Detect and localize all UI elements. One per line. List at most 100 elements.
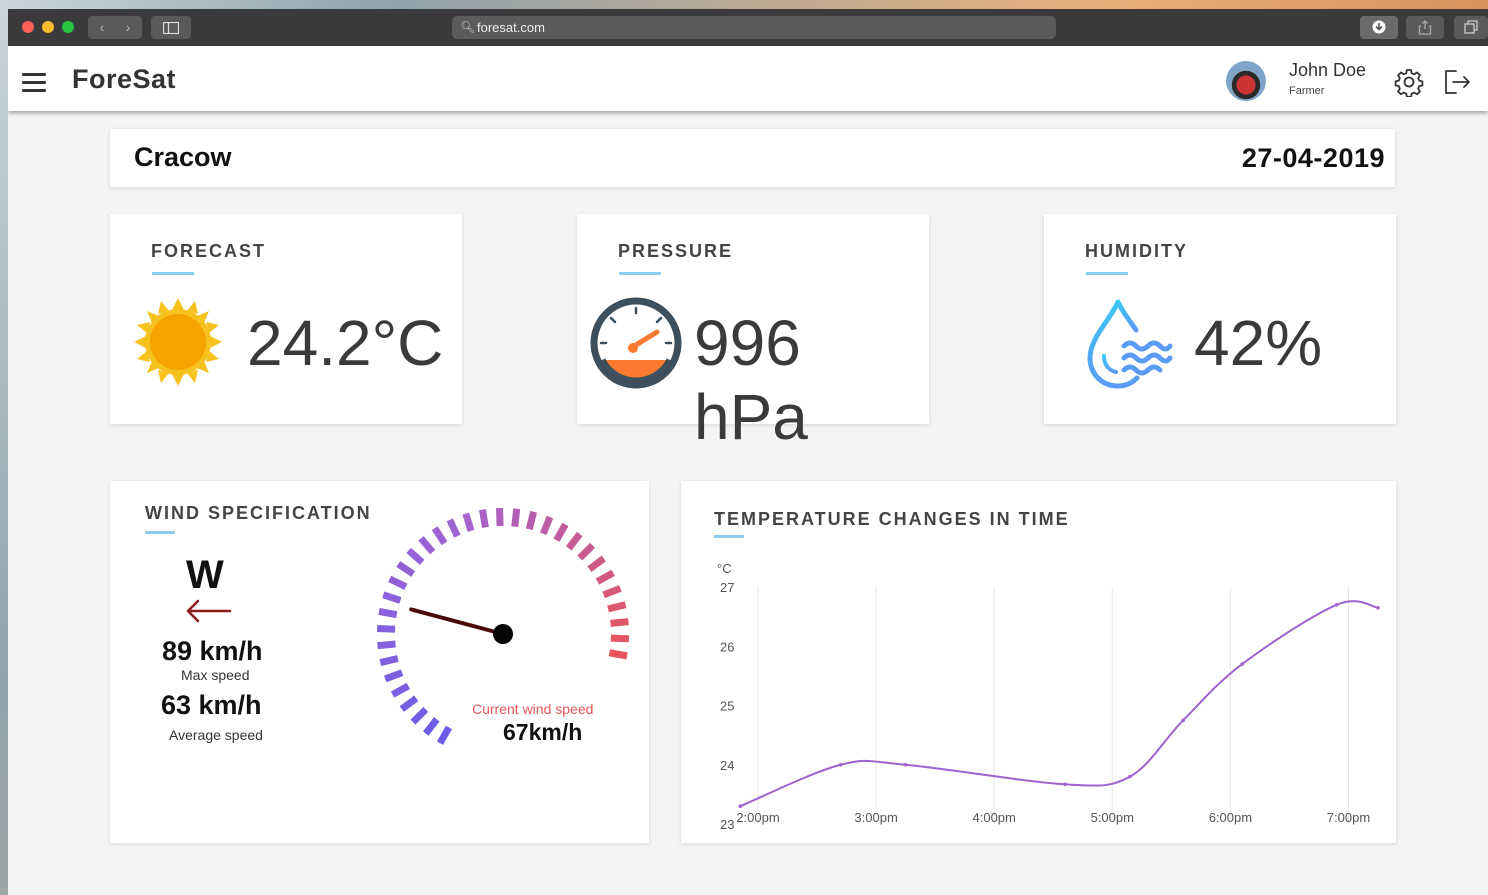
app-logo[interactable]: ForeSat — [72, 64, 176, 95]
arrow-left-icon — [186, 599, 232, 623]
gauge-tick — [418, 536, 436, 555]
gauge-tick — [431, 526, 448, 546]
share-button[interactable] — [1406, 16, 1444, 39]
user-role: Farmer — [1289, 85, 1325, 97]
downloads-button[interactable] — [1360, 16, 1398, 39]
gauge-icon — [590, 297, 682, 389]
avg-speed-value: 63 km/h — [161, 690, 262, 720]
current-wind-value: 67km/h — [503, 719, 583, 745]
tabs-icon — [1464, 20, 1478, 34]
user-name: John Doe — [1289, 60, 1367, 80]
avg-speed-label: Average speed — [169, 727, 263, 743]
gear-icon[interactable] — [1394, 67, 1424, 97]
pressure-card: PRESSURE 996 hPa — [577, 214, 929, 453]
title-underline — [152, 272, 194, 275]
y-tick-label: 25 — [720, 699, 734, 714]
logout-icon[interactable] — [1442, 67, 1472, 97]
wind-direction: W — [186, 553, 224, 597]
card-title: WIND SPECIFICATION — [145, 503, 372, 523]
close-window-button[interactable] — [22, 21, 34, 33]
gauge-tick — [602, 585, 622, 599]
humidity-value: 42% — [1194, 307, 1323, 379]
gauge-tick — [378, 608, 398, 619]
gauge-tick — [406, 547, 425, 565]
gauge-tick — [610, 618, 629, 627]
data-point — [903, 762, 908, 767]
location-bar: Cracow 27-04-2019 — [110, 129, 1395, 187]
gauge-tick — [422, 717, 440, 736]
temperature-card: TEMPERATURE CHANGES IN TIME °C 2:00pm 3:00… — [681, 481, 1396, 843]
data-point — [1334, 602, 1339, 607]
forward-button[interactable]: › — [115, 16, 141, 39]
gauge-tick — [462, 512, 475, 532]
humidity-card: HUMIDITY 42% — [1044, 214, 1396, 424]
current-wind-label: Current wind speed — [472, 701, 594, 717]
gauge-tick — [390, 682, 410, 698]
x-tick-label: 3:00pm — [854, 810, 897, 825]
browser-window: ‹ › 🔍︎ foresat.com ForeSat John Doe Farm… — [8, 9, 1488, 895]
x-tick-label: 5:00pm — [1091, 810, 1134, 825]
data-point — [1128, 774, 1132, 779]
share-icon — [1418, 20, 1432, 35]
gauge-tick — [577, 542, 596, 561]
avatar[interactable] — [1226, 61, 1266, 101]
back-button[interactable]: ‹ — [89, 16, 115, 39]
gauge-tick — [511, 508, 521, 528]
data-point — [838, 762, 843, 767]
address-bar[interactable]: 🔍︎ foresat.com — [452, 16, 1056, 39]
gauge-tick — [595, 569, 615, 585]
water-drop-icon — [1087, 299, 1173, 389]
download-icon — [1372, 20, 1386, 34]
y-axis-unit: °C — [717, 561, 732, 576]
gauge-tick — [607, 601, 627, 613]
url-text: foresat.com — [477, 20, 545, 35]
gauge-tick — [479, 509, 489, 529]
y-tick-label: 26 — [720, 639, 734, 654]
temperature-value: 24.2°C — [247, 307, 444, 379]
gauge-tick — [382, 591, 402, 604]
data-point — [738, 804, 743, 809]
title-underline — [1086, 272, 1128, 275]
gauge-tick — [610, 634, 630, 643]
y-tick-label: 23 — [720, 817, 734, 832]
gauge-tick — [384, 669, 404, 683]
city-name: Cracow — [134, 142, 232, 172]
app-header: ForeSat John Doe Farmer — [8, 46, 1488, 111]
gauge-tick — [436, 725, 453, 745]
x-tick-label: 7:00pm — [1327, 810, 1370, 825]
max-speed-value: 89 km/h — [162, 636, 263, 666]
browser-toolbar: ‹ › 🔍︎ foresat.com — [8, 9, 1488, 47]
x-tick-label: 2:00pm — [736, 810, 779, 825]
sidebar-icon — [162, 21, 180, 35]
title-underline — [145, 531, 175, 534]
card-title: PRESSURE — [618, 241, 734, 261]
gauge-tick — [396, 561, 416, 577]
sidebar-toggle-button[interactable] — [151, 16, 191, 39]
gauge-tick — [539, 515, 554, 536]
title-underline — [619, 272, 661, 275]
temperature-chart: °C 2:00pm 3:00pm 4:00pm 5:00pm 6:00pm 7:00pm 23… — [717, 561, 1380, 832]
data-point — [1063, 782, 1067, 787]
data-point — [1181, 718, 1185, 723]
forecast-card: FORECAST 24.2°C — [110, 214, 462, 424]
tab-overview-button[interactable] — [1454, 16, 1488, 39]
zoom-window-button[interactable] — [62, 21, 74, 33]
gauge-tick — [553, 522, 569, 542]
gauge-tick — [525, 510, 538, 531]
gauge-tick — [446, 518, 461, 538]
date-label: 27-04-2019 — [1241, 143, 1385, 173]
max-speed-label: Max speed — [181, 667, 250, 683]
gauge-needle — [409, 607, 505, 636]
pressure-value: 996 hPa — [694, 307, 808, 453]
x-tick-label: 4:00pm — [973, 810, 1016, 825]
wind-gauge — [376, 507, 630, 745]
gauge-tick — [608, 649, 628, 660]
search-icon: 🔍︎ — [460, 20, 476, 34]
menu-icon[interactable] — [22, 73, 46, 97]
card-title: HUMIDITY — [1085, 241, 1188, 261]
minimize-window-button[interactable] — [42, 21, 54, 33]
gauge-tick — [388, 575, 408, 590]
x-tick-label: 6:00pm — [1209, 810, 1252, 825]
nav-buttons: ‹ › — [88, 16, 142, 39]
gauge-tick — [376, 625, 396, 633]
